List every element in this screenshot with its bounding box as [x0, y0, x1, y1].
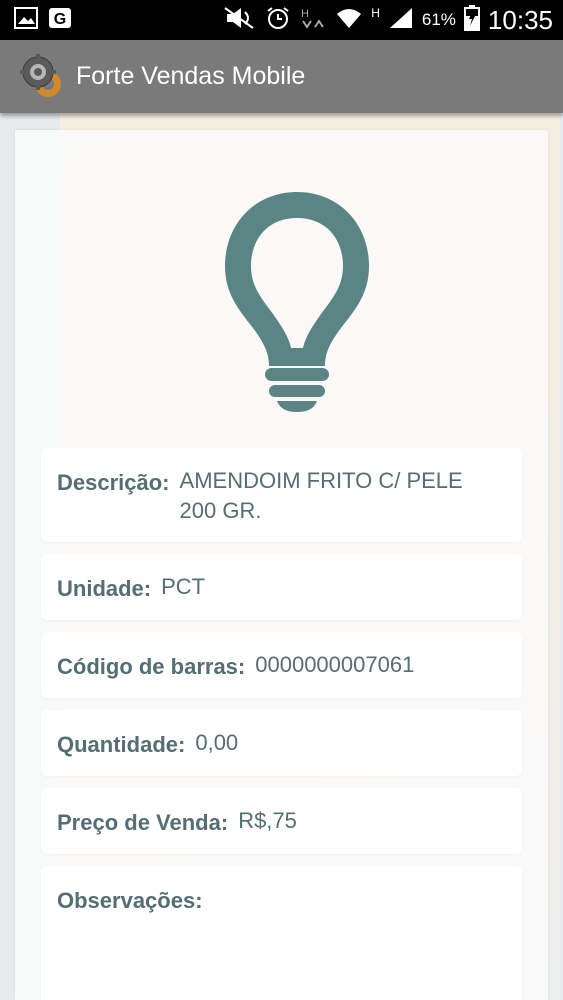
- status-bar: G H H 61% 10:35: [0, 0, 563, 40]
- preco-venda-field: Preço de Venda: R$,75: [41, 788, 522, 854]
- app-title: Forte Vendas Mobile: [76, 62, 306, 90]
- svg-text:H: H: [301, 8, 309, 20]
- unidade-value: PCT: [161, 574, 206, 599]
- battery-charging-icon: [463, 4, 480, 36]
- observacoes-field: Observações:: [41, 866, 522, 1000]
- codigo-barras-value: 0000000007061: [255, 652, 415, 677]
- descricao-field: Descrição: AMENDOIM FRITO C/ PELE 200 GR…: [41, 448, 522, 542]
- wifi-icon: [335, 6, 363, 35]
- clock: 10:35: [487, 4, 553, 35]
- descricao-value-line1: AMENDOIM FRITO C/ PELE: [179, 468, 463, 493]
- descricao-value-line2: 200 GR.: [179, 498, 262, 523]
- network-type-label: H: [371, 6, 380, 20]
- network-h-icon: H: [299, 5, 327, 36]
- quantidade-value: 0,00: [195, 730, 239, 755]
- svg-text:G: G: [54, 11, 66, 28]
- g-notification-icon: G: [48, 7, 72, 34]
- quantidade-field: Quantidade: 0,00: [41, 710, 522, 776]
- preco-venda-label: Preço de Venda:: [57, 810, 229, 835]
- unidade-label: Unidade:: [57, 576, 152, 601]
- gallery-notification-icon: [14, 6, 38, 34]
- battery-percent: 61%: [421, 10, 456, 29]
- signal-icon: [388, 6, 414, 35]
- mute-icon: [223, 6, 257, 35]
- descricao-value: AMENDOIM FRITO C/ PELE 200 GR.: [180, 466, 463, 526]
- quantidade-label: Quantidade:: [57, 732, 186, 757]
- codigo-barras-label: Código de barras:: [57, 654, 246, 679]
- gears-logo-icon[interactable]: [18, 52, 68, 102]
- action-bar: Forte Vendas Mobile: [0, 40, 563, 113]
- unidade-field: Unidade: PCT: [41, 554, 522, 620]
- preco-venda-value: R$,75: [238, 808, 297, 833]
- alarm-icon: [265, 5, 291, 36]
- observacoes-label: Observações:: [57, 888, 203, 913]
- lightbulb-icon: [215, 182, 379, 414]
- descricao-label: Descrição:: [57, 470, 170, 495]
- product-card: Descrição: AMENDOIM FRITO C/ PELE 200 GR…: [15, 130, 548, 1000]
- codigo-barras-field: Código de barras: 0000000007061: [41, 632, 522, 698]
- content-area: Descrição: AMENDOIM FRITO C/ PELE 200 GR…: [0, 113, 563, 1000]
